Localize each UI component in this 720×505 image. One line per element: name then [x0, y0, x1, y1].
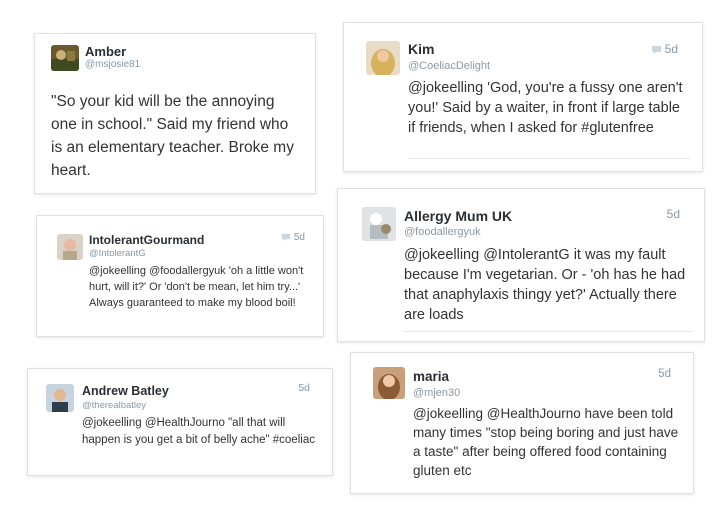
tweet-timestamp[interactable]: 5d: [658, 368, 671, 380]
tweet-text: @jokeelling @HealthJourno have been told…: [413, 406, 679, 478]
tweet-card-andrew-batley: Andrew Batley @therealbatley 5d @jokeell…: [27, 368, 333, 476]
avatar[interactable]: [51, 45, 79, 71]
author-name[interactable]: Amber: [85, 44, 126, 59]
time-label: 5d: [298, 382, 310, 394]
tweet-card-maria: maria @mjen30 5d @jokeelling @HealthJour…: [350, 352, 694, 494]
tweet-timestamp[interactable]: 5d: [298, 382, 310, 394]
divider: [408, 158, 690, 159]
author-name[interactable]: Allergy Mum UK: [404, 208, 512, 224]
author-name[interactable]: Kim: [408, 41, 434, 57]
avatar[interactable]: [366, 41, 400, 75]
speech-bubble-icon: [651, 45, 661, 54]
time-label: 5d: [664, 42, 678, 56]
tweet-timestamp[interactable]: 5d: [651, 42, 678, 56]
author-handle[interactable]: @CoeliacDelight: [408, 60, 490, 72]
time-label: 5d: [293, 232, 305, 243]
avatar[interactable]: [46, 384, 74, 412]
avatar[interactable]: [362, 207, 396, 241]
time-label: 5d: [666, 207, 680, 221]
avatar[interactable]: [373, 367, 405, 399]
tweet-text: "So your kid will be the annoying one in…: [51, 93, 294, 179]
author-handle[interactable]: @foodallergyuk: [404, 226, 481, 238]
avatar[interactable]: [57, 234, 83, 260]
author-handle[interactable]: @msjosie81: [85, 59, 140, 70]
tweet-text: @jokeelling 'God, you're a fussy one are…: [408, 80, 683, 136]
author-name[interactable]: IntolerantGourmand: [89, 233, 204, 247]
tweet-card-kim: Kim @CoeliacDelight 5d @jokeelling 'God,…: [343, 22, 703, 172]
author-name[interactable]: maria: [413, 369, 449, 384]
tweet-timestamp[interactable]: 5d: [667, 207, 680, 221]
tweet-text: @jokeelling @foodallergyuk 'oh a little …: [89, 265, 304, 309]
tweet-card-intolerantgourmand: IntolerantGourmand @IntolerantG 5d @joke…: [36, 215, 324, 337]
tweet-timestamp[interactable]: 5d: [281, 232, 305, 243]
speech-bubble-icon: [281, 233, 290, 241]
tweet-card-amber: Amber @msjosie81 "So your kid will be th…: [34, 33, 316, 194]
tweet-text: @jokeelling @HealthJourno "all that will…: [82, 417, 315, 446]
author-handle[interactable]: @therealbatley: [82, 400, 146, 411]
author-name[interactable]: Andrew Batley: [82, 384, 169, 398]
author-handle[interactable]: @IntolerantG: [89, 248, 146, 259]
time-label: 5d: [658, 368, 671, 380]
tweet-card-allergy-mum-uk: Allergy Mum UK @foodallergyuk 5d @jokeel…: [337, 188, 705, 342]
author-handle[interactable]: @mjen30: [413, 387, 460, 399]
tweet-text: @jokeelling @IntolerantG it was my fault…: [404, 247, 686, 323]
divider: [404, 331, 692, 332]
